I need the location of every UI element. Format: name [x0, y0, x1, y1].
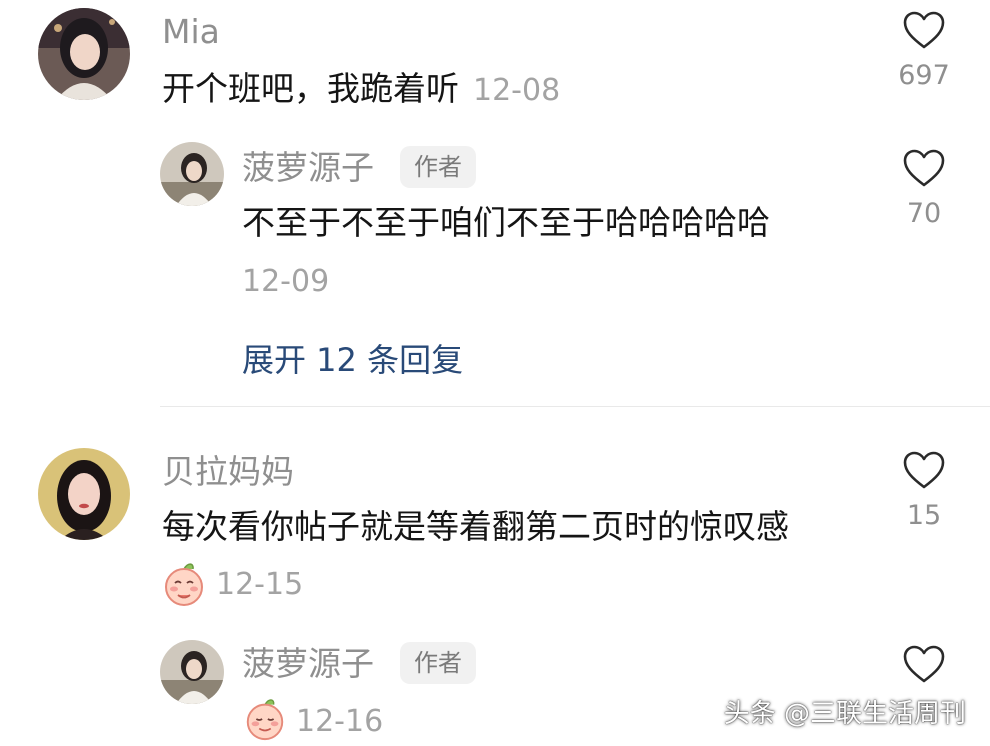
- reply-date: 12-09: [242, 264, 330, 299]
- comment-divider: [160, 406, 990, 407]
- author-avatar[interactable]: [160, 142, 224, 206]
- author-badge: 作者: [400, 642, 476, 684]
- heart-outline-icon: [903, 149, 945, 187]
- comment-text: 每次看你帖子就是等着翻第二页时的惊叹感: [162, 507, 789, 546]
- expand-replies-link[interactable]: 展开 12 条回复: [242, 340, 463, 380]
- blushing-peach-sticker: [160, 560, 208, 612]
- user-avatar[interactable]: [38, 8, 130, 100]
- comment-body: 开个班吧，我跪着听: [162, 69, 459, 108]
- heart-outline-icon: [903, 451, 945, 489]
- comment-text: 开个班吧，我跪着听 12-08: [162, 68, 560, 112]
- user-avatar[interactable]: [38, 448, 130, 540]
- comment-date: 12-15: [216, 567, 304, 602]
- author-avatar[interactable]: [160, 640, 224, 704]
- like-count: 70: [906, 198, 942, 229]
- source-watermark: 头条 @三联生活周刊: [723, 699, 966, 729]
- author-badge: 作者: [400, 146, 476, 188]
- like-button[interactable]: 70: [884, 148, 964, 230]
- reply-username[interactable]: 菠萝源子: [242, 148, 374, 188]
- comment-username[interactable]: Mia: [162, 12, 220, 52]
- blushing-peach-sticker: [242, 696, 288, 746]
- reply-text: 不至于不至于咱们不至于哈哈哈哈哈: [242, 203, 770, 242]
- comment-username[interactable]: 贝拉妈妈: [162, 452, 294, 492]
- like-button[interactable]: 15: [884, 450, 964, 532]
- like-count: 15: [906, 500, 942, 531]
- heart-outline-icon: [903, 11, 945, 49]
- heart-outline-icon: [903, 645, 945, 683]
- reply-username[interactable]: 菠萝源子: [242, 644, 374, 684]
- like-button[interactable]: 697: [884, 10, 964, 92]
- comment-date: 12-08: [473, 73, 561, 108]
- like-count: 697: [898, 60, 950, 91]
- reply-date: 12-16: [296, 704, 384, 739]
- like-button[interactable]: [884, 644, 964, 684]
